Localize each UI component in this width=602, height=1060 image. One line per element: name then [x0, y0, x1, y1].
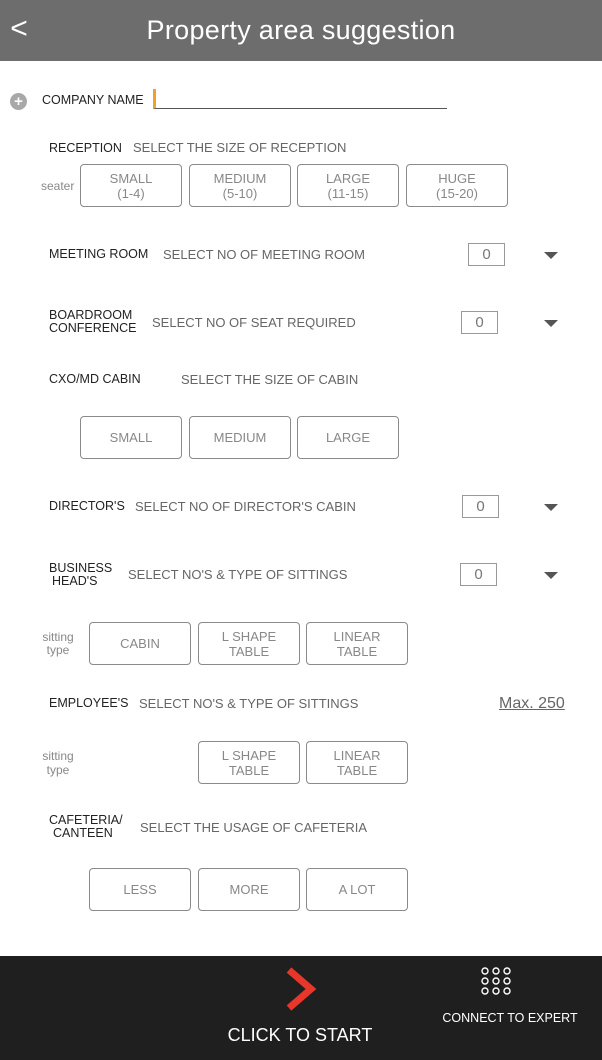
directors-count[interactable]: 0 [462, 495, 499, 518]
seater-label: seater [41, 179, 75, 193]
sitting-type-label-line2: type [46, 643, 70, 657]
option-line2: TABLE [228, 643, 270, 659]
reception-option-huge[interactable]: HUGE (15-20) [406, 164, 508, 207]
directors-prompt: SELECT NO OF DIRECTOR'S CABIN [135, 499, 356, 514]
business-heads-label-line2: HEAD'S [52, 574, 98, 588]
sitting-type-label-line2: type [46, 763, 70, 777]
plus-circle-icon[interactable]: + [10, 93, 27, 110]
business-heads-count[interactable]: 0 [460, 563, 497, 586]
option-line2: TABLE [228, 762, 270, 778]
option-line1: LARGE [325, 170, 371, 186]
option-line2: TABLE [336, 762, 378, 778]
app-bar: Property area suggestion < [0, 0, 602, 61]
reception-prompt: SELECT THE SIZE OF RECEPTION [133, 140, 347, 155]
business-heads-prompt: SELECT NO'S & TYPE OF SITTINGS [128, 567, 348, 582]
option-line1: LINEAR [333, 628, 381, 644]
boardroom-prompt: SELECT NO OF SEAT REQUIRED [152, 315, 356, 330]
dial-grid-icon[interactable] [480, 967, 512, 995]
meeting-room-label: MEETING ROOM [49, 247, 149, 261]
reception-option-medium[interactable]: MEDIUM (5-10) [189, 164, 291, 207]
boardroom-label-line2: CONFERENCE [49, 321, 137, 335]
caret-down-icon[interactable] [544, 504, 558, 511]
business-heads-option-cabin[interactable]: CABIN [89, 622, 191, 665]
caret-down-icon[interactable] [544, 320, 558, 327]
cafeteria-label-line2: CANTEEN [53, 826, 113, 840]
chevron-right-icon[interactable] [281, 966, 321, 1012]
connect-to-expert-button[interactable]: CONNECT TO EXPERT [440, 1011, 580, 1025]
caret-down-icon[interactable] [544, 572, 558, 579]
option-line2: (5-10) [222, 185, 258, 201]
company-name-label: COMPANY NAME [42, 93, 144, 107]
cabin-option-medium[interactable]: MEDIUM [189, 416, 291, 459]
cabin-label: CXO/MD CABIN [49, 372, 141, 386]
caret-down-icon[interactable] [544, 252, 558, 259]
option-line1: SMALL [109, 170, 153, 186]
sitting-type-label-line1: sitting [42, 749, 74, 763]
employees-prompt: SELECT NO'S & TYPE OF SITTINGS [139, 696, 359, 711]
cafeteria-option-less[interactable]: LESS [89, 868, 191, 911]
meeting-room-prompt: SELECT NO OF MEETING ROOM [163, 247, 366, 262]
reception-option-small[interactable]: SMALL (1-4) [80, 164, 182, 207]
employees-max-link[interactable]: Max. 250 [499, 695, 565, 713]
option-line1: CABIN [120, 636, 160, 651]
employees-label: EMPLOYEE'S [49, 696, 129, 710]
click-to-start-button[interactable]: CLICK TO START [220, 1025, 380, 1046]
boardroom-seat-count[interactable]: 0 [461, 311, 498, 334]
employees-option-linear[interactable]: LINEAR TABLE [306, 741, 408, 784]
cabin-option-small[interactable]: SMALL [80, 416, 182, 459]
option-line2: (11-15) [327, 185, 369, 201]
option-line2: (1-4) [117, 185, 145, 201]
cafeteria-option-more[interactable]: MORE [198, 868, 300, 911]
reception-option-large[interactable]: LARGE (11-15) [297, 164, 399, 207]
business-heads-option-l-shape[interactable]: L SHAPE TABLE [198, 622, 300, 665]
business-heads-option-linear[interactable]: LINEAR TABLE [306, 622, 408, 665]
directors-label: DIRECTOR'S [49, 499, 125, 513]
employees-option-l-shape[interactable]: L SHAPE TABLE [198, 741, 300, 784]
option-line1: L SHAPE [221, 747, 277, 763]
cafeteria-prompt: SELECT THE USAGE OF CAFETERIA [140, 820, 368, 835]
option-line1: L SHAPE [221, 628, 277, 644]
cabin-option-large[interactable]: LARGE [297, 416, 399, 459]
meeting-room-count[interactable]: 0 [468, 243, 505, 266]
cabin-prompt: SELECT THE SIZE OF CABIN [181, 372, 359, 387]
page-title: Property area suggestion [146, 15, 456, 45]
back-arrow-icon[interactable]: < [8, 12, 30, 46]
company-name-input[interactable] [153, 89, 447, 109]
reception-label: RECEPTION [49, 141, 122, 155]
option-line2: (15-20) [436, 185, 478, 201]
cafeteria-option-a-lot[interactable]: A LOT [306, 868, 408, 911]
option-line1: LINEAR [333, 747, 381, 763]
option-line1: HUGE [438, 170, 476, 186]
option-line2: TABLE [336, 643, 378, 659]
option-line1: MEDIUM [213, 170, 267, 186]
